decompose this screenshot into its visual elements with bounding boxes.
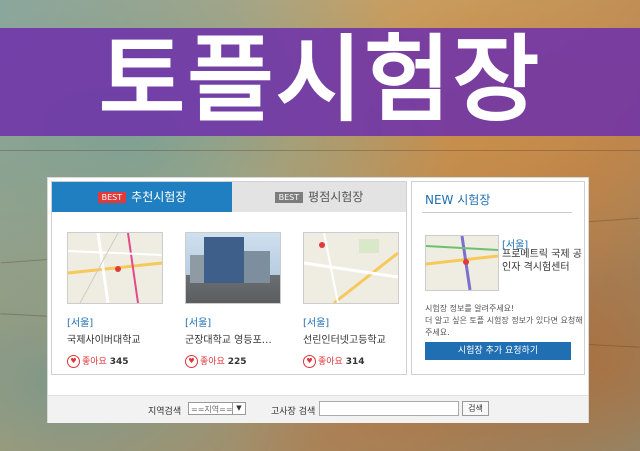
page-title: 토플시험장	[98, 26, 542, 135]
card-name[interactable]: 국제사이버대학교	[67, 331, 163, 346]
region-select-value: ==지역==	[191, 405, 233, 414]
like-count[interactable]: ♥ 좋아요 225	[185, 354, 281, 368]
center-search-input[interactable]	[319, 401, 459, 416]
chevron-down-icon: ▼	[232, 403, 245, 414]
desc-line: 더 알고 싶은 토플 시험장 정보가 있다면 요청해주세요.	[425, 316, 583, 337]
search-button[interactable]: 검색	[462, 401, 489, 416]
heart-icon: ♥	[303, 355, 316, 368]
center-card[interactable]: [서울] 국제사이버대학교 ♥ 좋아요 345	[67, 232, 163, 368]
test-center-panel: BEST추천시험장 BEST평점시험장 [서울] 국제사이버대학교 ♥좋아	[47, 177, 589, 423]
heart-icon: ♥	[67, 355, 80, 368]
search-bar: 지역검색 ==지역== ▼ 고사장 검색 검색	[48, 395, 588, 423]
tab-label: 평점시험장	[308, 190, 364, 204]
new-center-name[interactable]: 프로메트릭 국제 공인자 격시험센터	[502, 248, 582, 274]
best-badge: BEST	[97, 192, 127, 203]
region-select[interactable]: ==지역== ▼	[188, 402, 246, 415]
building-photo[interactable]	[185, 232, 281, 304]
like-label: 좋아요	[318, 357, 343, 367]
like-count[interactable]: ♥ 좋아요 314	[303, 354, 399, 368]
like-number: 314	[345, 357, 365, 367]
desc-line: 시험장 정보를 알려주세요!	[425, 304, 515, 313]
divider	[422, 212, 572, 213]
card-name[interactable]: 군장대학교 영등포…	[185, 331, 281, 346]
card-region: [서울]	[185, 318, 212, 329]
like-label: 좋아요	[200, 357, 225, 367]
best-badge: BEST	[274, 192, 304, 203]
like-label: 좋아요	[82, 357, 107, 367]
best-centers-section: BEST추천시험장 BEST평점시험장 [서울] 국제사이버대학교 ♥좋아	[51, 181, 407, 375]
new-section-title: NEW 시험장	[425, 193, 491, 207]
request-center-button[interactable]: 시험장 추가 요청하기	[425, 342, 571, 360]
map-thumbnail[interactable]	[67, 232, 163, 304]
tab-label: 추천시험장	[131, 190, 187, 204]
like-count[interactable]: ♥ 좋아요 345	[67, 354, 163, 368]
center-card[interactable]: [서울] 군장대학교 영등포… ♥ 좋아요 225	[185, 232, 281, 368]
card-region: [서울]	[67, 318, 94, 329]
card-region: [서울]	[303, 318, 330, 329]
tab-recommended[interactable]: BEST 추천시험장	[52, 182, 232, 212]
tab-rated[interactable]: BEST 평점시험장	[232, 182, 406, 212]
heart-icon: ♥	[185, 355, 198, 368]
map-thumbnail[interactable]	[425, 235, 499, 291]
center-card[interactable]: [서울] 선린인터넷고등학교 ♥ 좋아요 314	[303, 232, 399, 368]
region-search-label: 지역검색	[148, 407, 182, 417]
like-number: 225	[227, 357, 247, 367]
request-description: 시험장 정보를 알려주세요! 더 알고 싶은 토플 시험장 정보가 있다면 요청…	[425, 303, 583, 339]
like-number: 345	[109, 357, 129, 367]
card-name[interactable]: 선린인터넷고등학교	[303, 331, 399, 346]
center-search-label: 고사장 검색	[271, 407, 316, 417]
map-thumbnail[interactable]	[303, 232, 399, 304]
new-centers-section: NEW 시험장 [서울] 프로메트릭 국제 공인자 격시험센터 시험장 정보를 …	[411, 181, 585, 375]
